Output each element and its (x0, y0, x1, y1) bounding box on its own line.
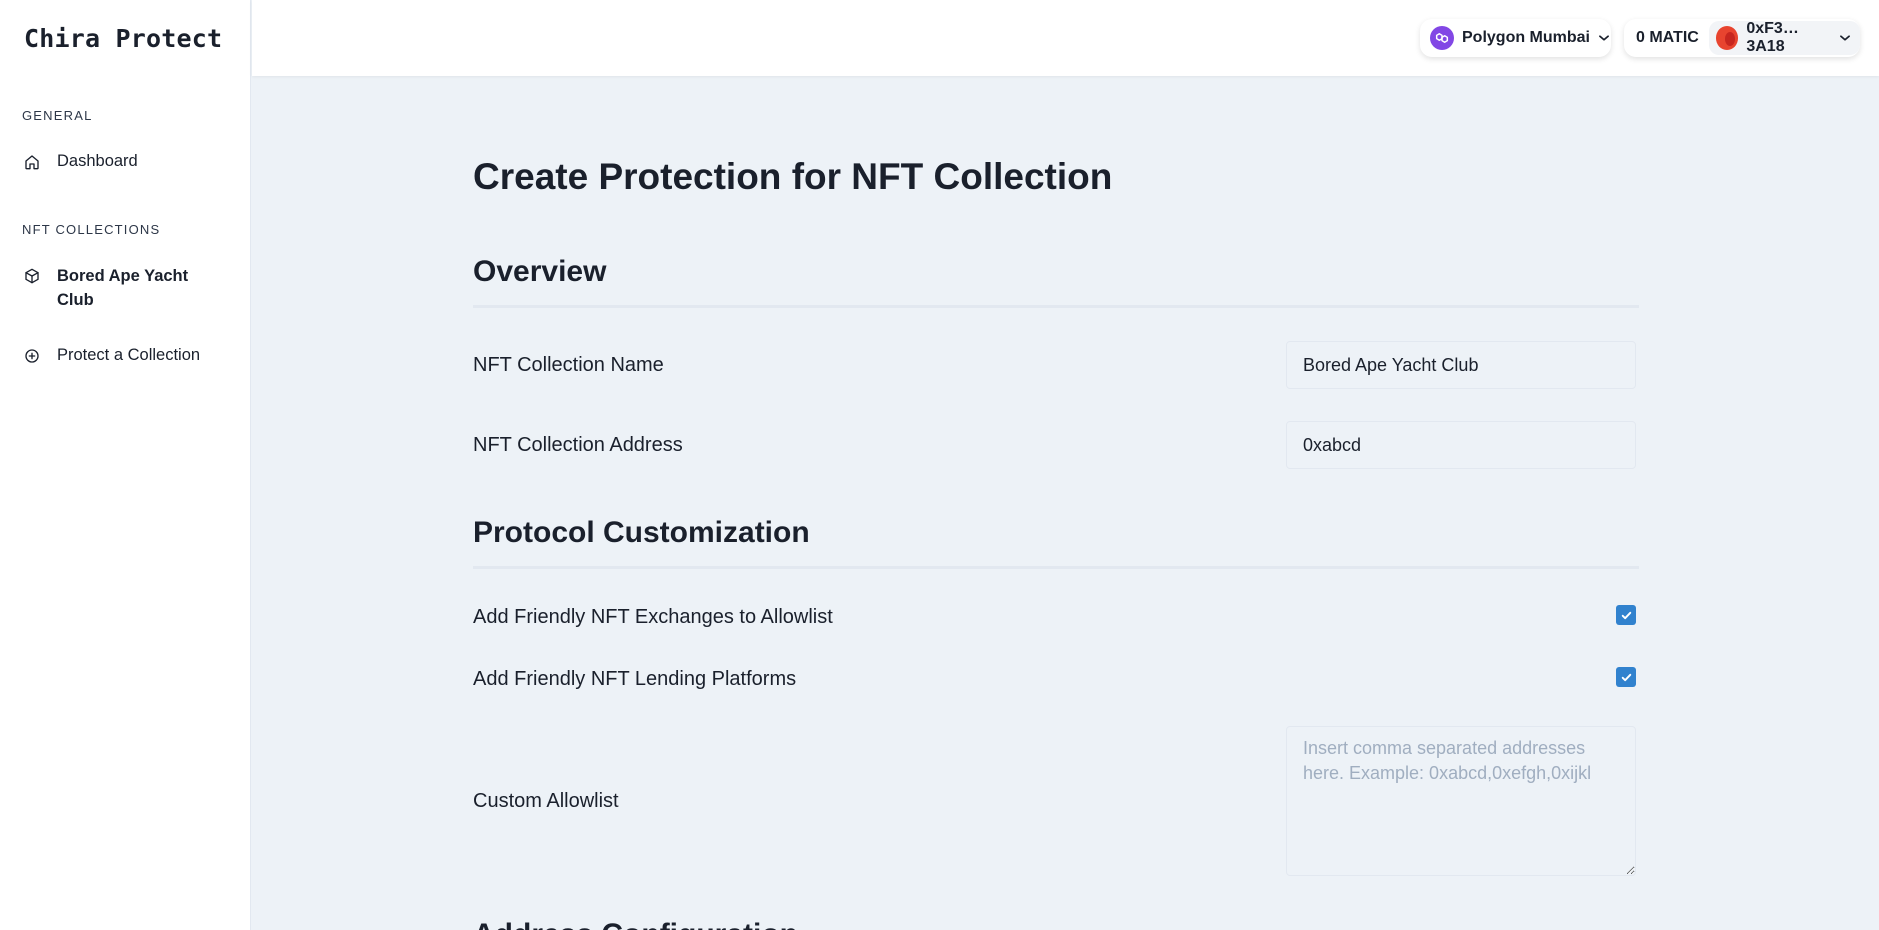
polygon-network-icon (1430, 26, 1454, 50)
overview-heading: Overview (473, 255, 607, 288)
sidebar-item-protect-collection[interactable]: Protect a Collection (22, 346, 232, 366)
sidebar-item-label-line2: Club (57, 291, 94, 309)
page-title: Create Protection for NFT Collection (473, 156, 1113, 197)
sidebar-item-label-line1: Bored Ape Yacht (57, 267, 189, 285)
checkmark-icon (1621, 611, 1631, 619)
custom-allowlist-textarea[interactable] (1286, 726, 1636, 876)
cube-icon (22, 266, 42, 286)
protocol-divider (473, 566, 1639, 569)
plus-circle-icon (22, 346, 42, 366)
overview-divider (473, 305, 1639, 308)
sidebar-item-bored-ape-yacht-club[interactable]: Bored Ape Yacht Club (22, 264, 232, 312)
exchanges-allowlist-checkbox[interactable] (1616, 605, 1636, 625)
network-selector-button[interactable]: Polygon Mumbai (1420, 19, 1611, 57)
sidebar-item-dashboard[interactable]: Dashboard (22, 152, 232, 172)
section-label-collections: NFT COLLECTIONS (22, 222, 161, 237)
exchanges-allowlist-label: Add Friendly NFT Exchanges to Allowlist (473, 606, 833, 628)
account-widget: 0 MATIC 0xF3…3A18 (1624, 19, 1860, 57)
collection-address-label: NFT Collection Address (473, 434, 683, 456)
network-name: Polygon Mumbai (1462, 29, 1590, 46)
sidebar-item-label: Dashboard (57, 152, 138, 170)
chevron-down-icon (1838, 31, 1852, 45)
chevron-down-icon (1597, 31, 1611, 45)
balance-display: 0 MATIC (1636, 29, 1699, 46)
collection-name-label: NFT Collection Name (473, 354, 664, 376)
checkmark-icon (1621, 673, 1631, 681)
sidebar-item-label: Protect a Collection (57, 346, 201, 364)
home-icon (22, 152, 42, 172)
collection-address-input[interactable] (1286, 421, 1636, 469)
sidebar-item-label: Bored Ape Yacht Club (57, 264, 188, 312)
account-address: 0xF3…3A18 (1746, 20, 1799, 55)
section-label-general: GENERAL (22, 108, 93, 123)
sidebar: Chira Protect GENERAL Dashboard NFT COLL… (0, 0, 251, 930)
account-avatar (1715, 26, 1739, 50)
address-configuration-heading: Address Configuration (473, 918, 798, 930)
account-button[interactable]: 0xF3…3A18 (1708, 20, 1860, 55)
lending-platforms-label: Add Friendly NFT Lending Platforms (473, 668, 797, 690)
protocol-customization-heading: Protocol Customization (473, 516, 810, 549)
lending-platforms-checkbox[interactable] (1616, 667, 1636, 687)
brand-logo[interactable]: Chira Protect (24, 24, 222, 53)
custom-allowlist-label: Custom Allowlist (473, 790, 619, 812)
collection-name-input[interactable] (1286, 341, 1636, 389)
